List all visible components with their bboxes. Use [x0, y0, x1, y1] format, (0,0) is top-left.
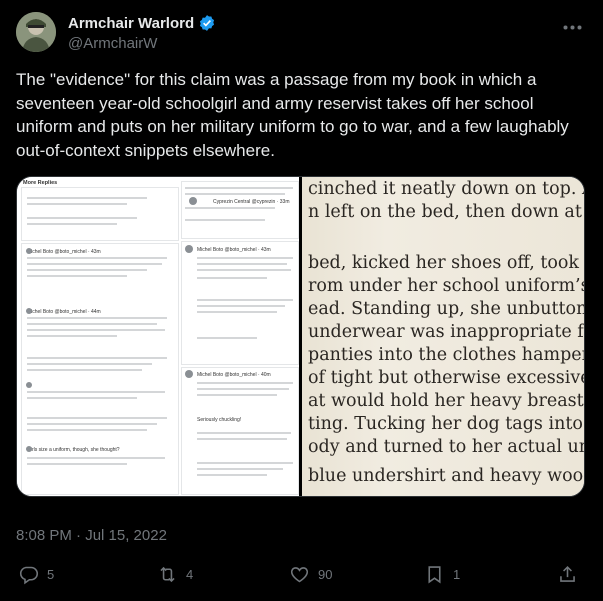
- book-line: bed, kicked her shoes off, took: [308, 253, 580, 273]
- reply-count: 5: [47, 566, 55, 582]
- book-line: underwear was inappropriate fo: [308, 322, 584, 342]
- book-line: ody and turned to her actual unifo: [308, 437, 584, 457]
- book-line: n left on the bed, then down at h: [308, 202, 584, 222]
- like-count: 90: [318, 566, 333, 582]
- book-line: panties into the clothes hamper: [308, 345, 584, 365]
- retweet-count: 4: [186, 566, 194, 582]
- reply-button[interactable]: 5: [18, 556, 54, 592]
- tweet-actions-bar: 5 4 90 1: [0, 556, 603, 592]
- tweet-timestamp[interactable]: 8:08 PM · Jul 15, 2022: [16, 527, 167, 544]
- book-line: blue undershirt and heavy woo: [308, 466, 584, 486]
- author-handle[interactable]: @ArmchairW: [68, 35, 157, 52]
- tweet-media[interactable]: More Replies Cyprezin Central @cyprezin …: [16, 176, 585, 497]
- bookmark-button[interactable]: 1: [424, 556, 460, 592]
- book-line: of tight but otherwise excessive: [308, 368, 584, 388]
- book-line: ting. Tucking her dog tags into: [308, 414, 583, 434]
- verified-badge-icon: [198, 14, 216, 32]
- author-name-row: Armchair Warlord: [68, 14, 216, 32]
- retweet-icon: [160, 566, 175, 582]
- author-avatar[interactable]: [16, 12, 56, 52]
- screenshot-collage: More Replies Cyprezin Central @cyprezin …: [17, 177, 299, 496]
- bookmark-icon: [428, 565, 441, 583]
- book-line: rom under her school uniform’s: [308, 276, 584, 296]
- bookmark-count: 1: [453, 566, 461, 582]
- book-line: cinched it neatly down on top. A: [308, 179, 584, 199]
- collage-text-lines: [26, 187, 293, 476]
- book-line: ead. Standing up, she unbuttone: [308, 299, 584, 319]
- heart-icon: [290, 566, 309, 582]
- retweet-button[interactable]: 4: [157, 556, 193, 592]
- share-icon: [560, 565, 575, 582]
- more-options-icon[interactable]: [561, 16, 583, 38]
- author-display-name[interactable]: Armchair Warlord: [68, 15, 194, 32]
- tweet-text: The "evidence" for this claim was a pass…: [16, 70, 569, 160]
- reply-icon: [19, 566, 39, 584]
- like-button[interactable]: 90: [289, 556, 332, 592]
- share-button[interactable]: [557, 556, 578, 592]
- book-page-photo: cinched it neatly down on top. A n left …: [302, 177, 584, 496]
- book-line: at would hold her heavy breasts: [308, 391, 584, 411]
- avatar-image: [16, 12, 56, 52]
